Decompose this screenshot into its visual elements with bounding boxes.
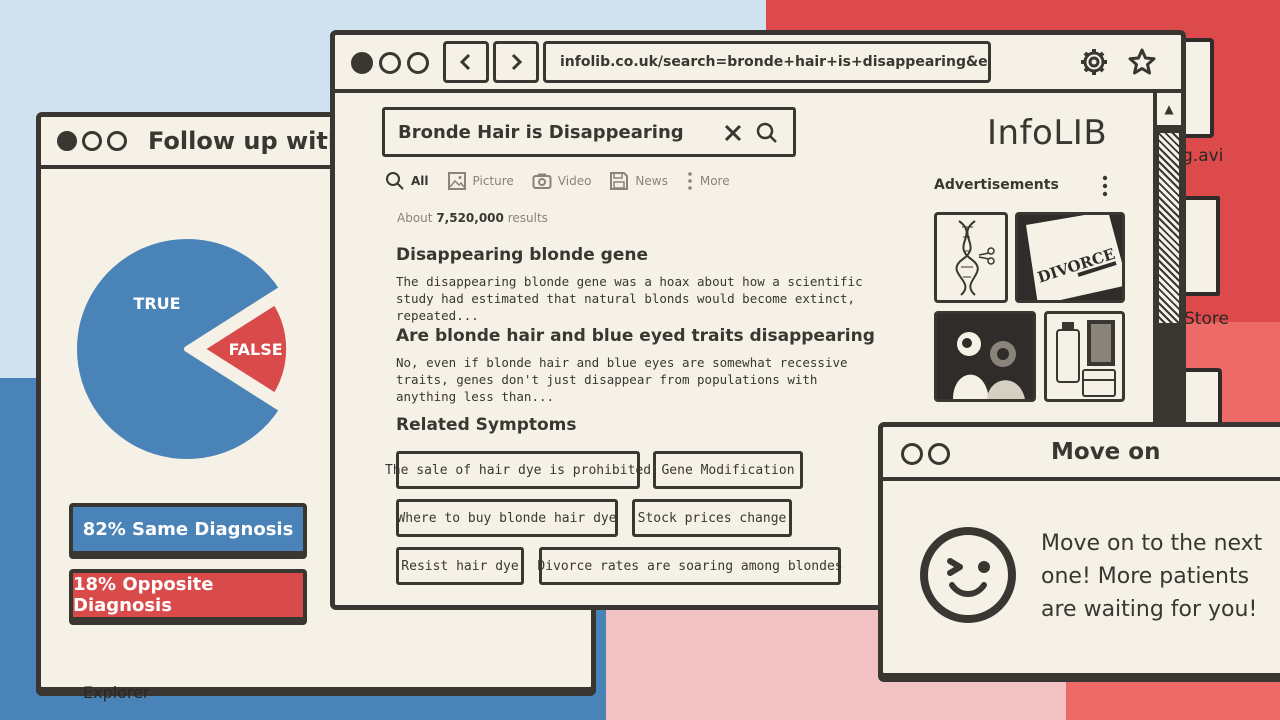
clear-icon[interactable] (723, 123, 743, 143)
ad-hair-salon[interactable] (934, 311, 1036, 402)
filter-news-label: News (635, 174, 668, 188)
search-result: Are blonde hair and blue eyed traits dis… (396, 326, 875, 405)
pie-label-true: TRUE (133, 294, 180, 313)
filter-more[interactable]: More (686, 171, 730, 191)
desktop-item-explorer[interactable]: Explorer (83, 683, 150, 702)
wink-face-icon (920, 527, 1016, 623)
same-diagnosis-button[interactable]: 82% Same Diagnosis (69, 503, 307, 555)
picture-icon (447, 172, 466, 190)
move-on-window[interactable]: Move on Move on to the next one! More pa… (878, 422, 1280, 678)
search-filters: All Picture Video News More (385, 171, 748, 191)
search-icon[interactable] (755, 121, 779, 145)
related-tag[interactable]: Where to buy blonde hair dye (396, 499, 618, 537)
window-maximize-icon[interactable] (407, 52, 429, 74)
dna-icon (955, 220, 995, 296)
related-tag[interactable]: Gene Modification (653, 451, 803, 489)
window-maximize-icon[interactable] (107, 131, 127, 151)
related-tag[interactable]: Stock prices change (632, 499, 792, 537)
advertisements-heading: Advertisements (934, 177, 1059, 193)
results-count-prefix: About (397, 211, 433, 225)
ad-hair-dye-bottles[interactable] (1044, 311, 1125, 402)
window-minimize-icon[interactable] (82, 131, 102, 151)
browser-toolbar: infolib.co.uk/search=bronde+hair+is+disa… (335, 35, 1181, 93)
results-count-suffix: results (507, 211, 548, 225)
window-minimize-icon[interactable] (379, 52, 401, 74)
filter-picture[interactable]: Picture (447, 171, 514, 191)
camera-icon (532, 173, 552, 189)
search-input[interactable]: Bronde Hair is Disappearing (382, 107, 796, 157)
filter-video-label: Video (557, 174, 592, 188)
search-result: Disappearing blonde gene The disappearin… (396, 245, 866, 324)
more-vertical-icon[interactable] (1101, 175, 1109, 197)
move-on-message: Move on to the next one! More patients a… (1041, 531, 1263, 622)
infolib-logo: InfoLIB (987, 113, 1108, 153)
back-button[interactable] (443, 41, 489, 83)
address-bar[interactable]: infolib.co.uk/search=bronde+hair+is+disa… (543, 41, 991, 83)
gear-icon[interactable] (1079, 47, 1109, 77)
ad-divorce-paper[interactable]: DIVORCE (1015, 212, 1125, 303)
window-close-icon[interactable] (901, 443, 923, 465)
related-symptoms-heading: Related Symptoms (396, 415, 577, 435)
hair-dye-bottle-icon (1056, 320, 1116, 397)
desktop-item-store[interactable]: Store (1184, 309, 1229, 329)
filter-picture-label: Picture (472, 174, 514, 188)
filter-video[interactable]: Video (532, 171, 592, 191)
pie-label-false: FALSE (229, 340, 283, 359)
related-tag[interactable]: The sale of hair dye is prohibited (385, 451, 651, 489)
opposite-diagnosis-button[interactable]: 18% Opposite Diagnosis (69, 569, 307, 621)
related-tag[interactable]: Resist hair dye (396, 547, 524, 585)
ad-dna-scissors[interactable] (934, 212, 1008, 303)
scrollbar-thumb[interactable] (1159, 133, 1179, 323)
chevron-left-icon (459, 53, 471, 71)
related-tag[interactable]: Divorce rates are soaring among blondes (537, 547, 843, 585)
desktop-item-video[interactable]: g.avi (1182, 146, 1223, 166)
search-result-title[interactable]: Disappearing blonde gene (396, 245, 866, 265)
search-result-snippet: No, even if blonde hair and blue eyes ar… (396, 355, 848, 404)
forward-button[interactable] (493, 41, 539, 83)
search-query-text: Bronde Hair is Disappearing (398, 121, 684, 143)
window-title: Move on (1051, 439, 1161, 465)
window-close-icon[interactable] (351, 52, 373, 74)
window-close-icon[interactable] (57, 131, 77, 151)
filter-all-label: All (411, 174, 429, 188)
divorce-document-icon: DIVORCE (1018, 215, 1122, 300)
filter-all[interactable]: All (385, 171, 429, 191)
window-title-bar[interactable]: Move on (883, 427, 1280, 481)
search-result-title[interactable]: Are blonde hair and blue eyed traits dis… (396, 326, 875, 346)
news-icon (610, 172, 629, 190)
star-icon[interactable] (1127, 47, 1157, 77)
more-vertical-icon (688, 172, 692, 190)
chevron-right-icon (511, 53, 523, 71)
salon-photo-icon (937, 314, 1033, 399)
filter-news[interactable]: News (609, 171, 668, 191)
scroll-up-icon[interactable]: ▲ (1157, 93, 1181, 125)
window-minimize-icon[interactable] (928, 443, 950, 465)
diagnosis-pie-chart: FALSE TRUE (71, 233, 293, 465)
search-icon (386, 172, 404, 190)
filter-more-label: More (699, 174, 730, 188)
results-count-number: 7,520,000 (436, 211, 504, 225)
search-result-snippet: The disappearing blonde gene was a hoax … (396, 274, 863, 323)
results-count: About 7,520,000 results (397, 211, 548, 225)
window-title: Follow up with (148, 127, 345, 155)
